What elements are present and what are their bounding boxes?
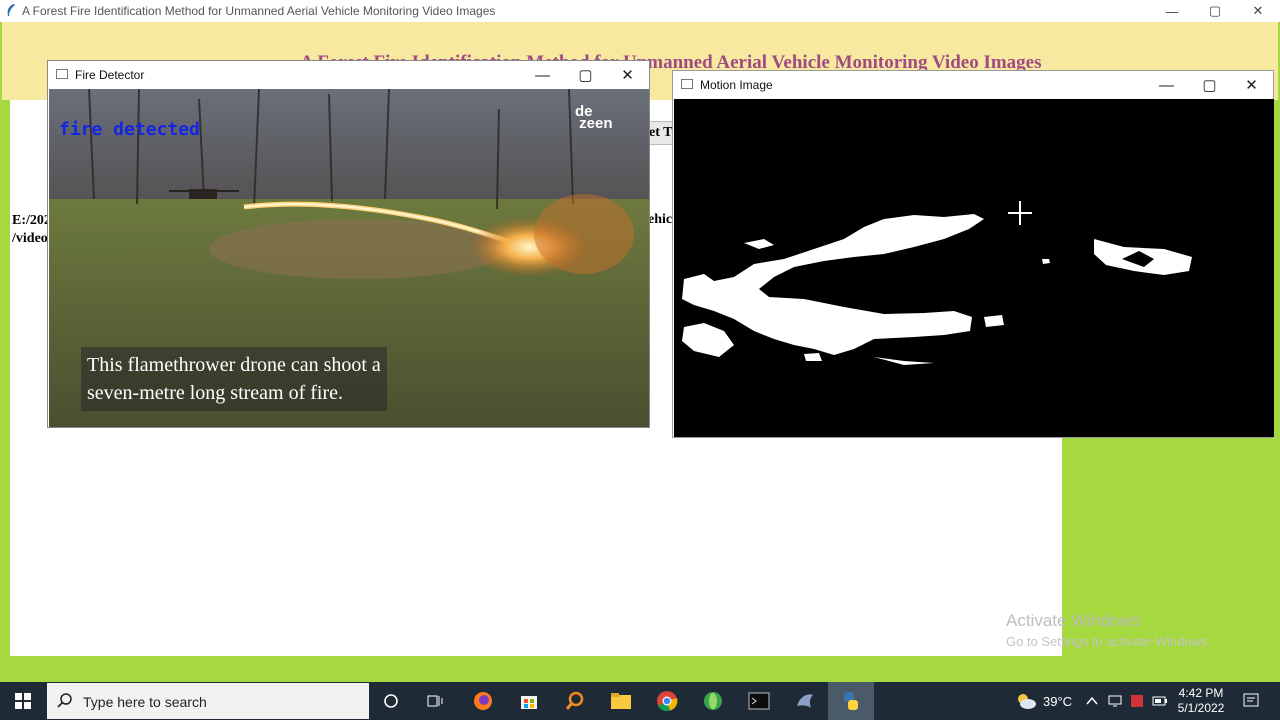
search-icon: [57, 693, 72, 708]
battery-icon[interactable]: [1152, 695, 1168, 707]
caption-line-2: seven-metre long stream of fire.: [87, 382, 344, 404]
weather-icon[interactable]: [1014, 692, 1038, 710]
main-close-button[interactable]: ✕: [1236, 0, 1280, 22]
clock-date: 5/1/2022: [1177, 701, 1225, 715]
taskbar: Type here to search 39°C 4:42 PM 5/1/202…: [0, 682, 1280, 720]
motion-window-title: Motion Image: [700, 78, 773, 92]
store-icon: [521, 696, 537, 709]
main-minimize-button[interactable]: —: [1150, 0, 1194, 22]
python-icon: [844, 692, 858, 710]
notification-icon[interactable]: [1242, 692, 1260, 710]
motion-mask: [682, 201, 1192, 365]
main-window-title: A Forest Fire Identification Method for …: [22, 4, 496, 18]
main-window-titlebar[interactable]: A Forest Fire Identification Method for …: [0, 0, 1280, 22]
weather-temperature[interactable]: 39°C: [1043, 694, 1072, 709]
firefox-icon: [474, 692, 492, 710]
motion-maximize-button[interactable]: ▢: [1188, 71, 1231, 99]
dolphin-app-icon: [797, 694, 813, 708]
taskbar-search-box[interactable]: Type here to search: [47, 683, 369, 719]
windows-start-icon: [15, 693, 31, 709]
magnifier-app-button[interactable]: [552, 682, 598, 720]
python-button[interactable]: [828, 682, 874, 720]
display-icon[interactable]: [1108, 694, 1122, 708]
fire-close-button[interactable]: ✕: [606, 61, 649, 89]
terminal-button[interactable]: [736, 682, 782, 720]
motion-close-button[interactable]: ✕: [1230, 71, 1273, 99]
task-view-button[interactable]: [413, 682, 459, 720]
terminal-icon: [748, 692, 770, 710]
clock-time: 4:42 PM: [1178, 686, 1224, 700]
feather-app-icon: [7, 4, 15, 16]
fire-maximize-button[interactable]: ▢: [564, 61, 607, 89]
dolphin-app-button[interactable]: [782, 682, 828, 720]
fire-video-frame: fire detected de zeen This flamethrower …: [49, 89, 649, 427]
motion-minimize-button[interactable]: —: [1145, 71, 1188, 99]
green-app-icon: [704, 692, 722, 710]
cortana-button[interactable]: [368, 682, 414, 720]
firefox-button[interactable]: [460, 682, 506, 720]
caption-line-1: This flamethrower drone can shoot a: [87, 354, 381, 376]
fire-detected-status: fire detected: [59, 119, 200, 140]
fire-minimize-button[interactable]: —: [521, 61, 564, 89]
window-app-icon: [681, 79, 693, 89]
file-explorer-button[interactable]: [598, 682, 644, 720]
chrome-icon: [657, 691, 678, 712]
green-app-button[interactable]: [690, 682, 736, 720]
fire-window-title: Fire Detector: [75, 68, 145, 82]
fire-detector-window[interactable]: Fire Detector — ▢ ✕ fire detected de zee…: [47, 60, 650, 428]
motion-image-window[interactable]: Motion Image — ▢ ✕: [672, 70, 1274, 438]
activate-windows-subtitle: Go to Settings to activate Windows.: [1006, 634, 1212, 649]
task-view-icon: [427, 695, 443, 707]
fire-window-titlebar[interactable]: Fire Detector — ▢ ✕: [48, 61, 649, 89]
search-placeholder: Type here to search: [83, 694, 207, 710]
activate-windows-title: Activate Windows: [1006, 611, 1141, 630]
magnifier-app-icon: [565, 691, 584, 710]
motion-mask-canvas: [674, 99, 1274, 437]
red-tray-app-icon[interactable]: [1130, 694, 1144, 708]
file-explorer-icon: [611, 693, 631, 709]
video-caption: This flamethrower drone can shoot a seve…: [81, 347, 387, 411]
dezeen-logo: de zeen: [575, 103, 613, 132]
cortana-icon: [384, 694, 398, 708]
crosshair-cursor-icon: [1008, 201, 1032, 225]
video-path-label: E:/202 /video: [12, 213, 51, 246]
chrome-button[interactable]: [644, 682, 690, 720]
store-button[interactable]: [506, 682, 552, 720]
motion-window-titlebar[interactable]: Motion Image — ▢ ✕: [673, 71, 1273, 99]
chevron-up-icon[interactable]: [1086, 696, 1098, 706]
window-app-icon: [56, 69, 68, 79]
system-clock[interactable]: 4:42 PM 5/1/2022: [1168, 686, 1234, 716]
start-button[interactable]: [0, 682, 46, 720]
main-maximize-button[interactable]: ▢: [1193, 0, 1237, 22]
